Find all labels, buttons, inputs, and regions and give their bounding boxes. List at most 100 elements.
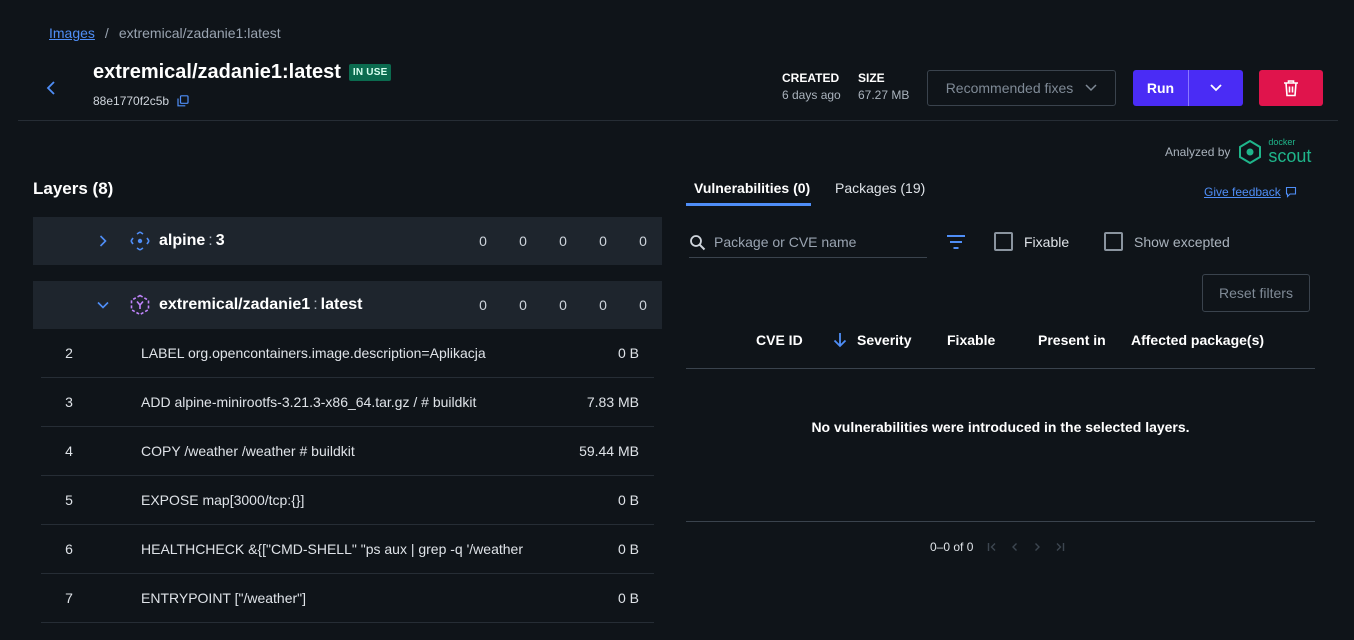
reset-filters-button[interactable]: Reset filters bbox=[1202, 274, 1310, 312]
run-button-group: Run bbox=[1133, 70, 1243, 106]
column-severity[interactable]: Severity bbox=[833, 332, 911, 348]
tab-packages[interactable]: Packages (19) bbox=[835, 180, 925, 196]
run-button[interactable]: Run bbox=[1133, 70, 1189, 106]
created-label: CREATED bbox=[782, 71, 840, 85]
fixable-checkbox-label: Fixable bbox=[1024, 233, 1070, 250]
breadcrumb-separator: / bbox=[104, 25, 109, 41]
active-tab-indicator bbox=[686, 203, 811, 206]
trash-icon bbox=[1284, 80, 1298, 97]
layer-number: 3 bbox=[65, 394, 73, 410]
fixable-checkbox[interactable]: Fixable bbox=[994, 232, 1069, 251]
layer-row[interactable]: 5 EXPOSE map[3000/tcp:{}] 0 B bbox=[41, 476, 654, 525]
created-meta: CREATED 6 days ago bbox=[782, 71, 841, 102]
chevron-down-icon bbox=[1210, 84, 1222, 92]
layer-number: 2 bbox=[65, 345, 73, 361]
last-page-icon[interactable] bbox=[1053, 542, 1065, 552]
count-high: 0 bbox=[519, 297, 527, 313]
size-label: SIZE bbox=[858, 71, 885, 85]
count-critical: 0 bbox=[479, 233, 487, 249]
layer-command: ADD alpine-minirootfs-3.21.3-x86_64.tar.… bbox=[141, 394, 477, 410]
copy-icon[interactable] bbox=[177, 95, 189, 107]
count-high: 0 bbox=[519, 233, 527, 249]
pagination-range: 0–0 of 0 bbox=[930, 540, 974, 554]
chevron-right-icon[interactable] bbox=[92, 235, 114, 247]
count-unspecified: 0 bbox=[639, 297, 647, 313]
search-icon bbox=[690, 234, 706, 250]
layer-command: LABEL org.opencontainers.image.descripti… bbox=[141, 345, 486, 361]
feedback-label: Give feedback bbox=[1204, 185, 1281, 199]
prev-page-icon[interactable] bbox=[1009, 542, 1021, 552]
analyzed-label: Analyzed by bbox=[1165, 144, 1231, 159]
column-present-in[interactable]: Present in bbox=[1038, 332, 1106, 348]
own-image-repo: extremical/zadanie1 bbox=[159, 296, 311, 313]
layer-number: 6 bbox=[65, 541, 73, 557]
in-use-badge: IN USE bbox=[348, 64, 392, 81]
created-value: 6 days ago bbox=[782, 88, 841, 102]
arrow-down-icon bbox=[833, 333, 847, 348]
count-critical: 0 bbox=[479, 297, 487, 313]
give-feedback-link[interactable]: Give feedback bbox=[1204, 185, 1297, 199]
base-image-row[interactable]: alpine:3 0 0 0 0 0 bbox=[33, 217, 662, 265]
column-fixable[interactable]: Fixable bbox=[947, 332, 995, 348]
count-medium: 0 bbox=[559, 297, 567, 313]
image-name: extremical/zadanie1:latest bbox=[93, 61, 341, 83]
show-excepted-label: Show excepted bbox=[1134, 233, 1230, 250]
breadcrumb-current: extremical/zadanie1:latest bbox=[118, 25, 281, 41]
tab-vulnerabilities[interactable]: Vulnerabilities (0) bbox=[694, 180, 810, 196]
layer-row[interactable]: 7 ENTRYPOINT ["/weather"] 0 B bbox=[41, 574, 654, 623]
base-image-repo: alpine bbox=[159, 232, 206, 249]
layers-title: Layers (8) bbox=[33, 179, 114, 198]
size-value: 67.27 MB bbox=[858, 88, 910, 102]
show-excepted-checkbox[interactable]: Show excepted bbox=[1104, 232, 1230, 251]
show-excepted-checkbox-box[interactable] bbox=[1104, 232, 1123, 251]
image-digest: 88e1770f2c5b bbox=[93, 94, 189, 108]
filter-icon[interactable] bbox=[946, 234, 966, 255]
layer-size: 0 B bbox=[617, 492, 639, 508]
pagination: 0–0 of 0 bbox=[930, 540, 1065, 554]
pagination-nav bbox=[987, 542, 1065, 552]
next-page-icon[interactable] bbox=[1031, 542, 1043, 552]
own-image-row[interactable]: extremical/zadanie1: latest 0 0 0 0 0 bbox=[33, 281, 662, 329]
base-image-vuln-counts: 0 0 0 0 0 bbox=[463, 217, 663, 265]
layer-row[interactable]: 4 COPY /weather /weather # buildkit 59.4… bbox=[41, 427, 654, 476]
layer-size: 0 B bbox=[617, 541, 639, 557]
layer-size: 59.44 MB bbox=[579, 443, 639, 459]
own-image-sep: : bbox=[313, 296, 318, 313]
layer-row[interactable]: 2 LABEL org.opencontainers.image.descrip… bbox=[41, 329, 654, 378]
table-footer-divider bbox=[686, 521, 1315, 522]
delete-button[interactable] bbox=[1259, 70, 1323, 106]
own-image-tag: latest bbox=[320, 296, 363, 313]
fixable-checkbox-box[interactable] bbox=[994, 232, 1013, 251]
scout-logo-scout: scout bbox=[1268, 146, 1312, 166]
back-button[interactable] bbox=[40, 77, 62, 99]
column-cve-id[interactable]: CVE ID bbox=[756, 332, 803, 348]
first-page-icon[interactable] bbox=[987, 542, 999, 552]
layer-command: COPY /weather /weather # buildkit bbox=[141, 443, 355, 459]
layer-command: ENTRYPOINT ["/weather"] bbox=[141, 590, 307, 606]
recommended-fixes-label: Recommended fixes bbox=[945, 80, 1074, 96]
search-input[interactable] bbox=[714, 234, 914, 250]
layer-command: EXPOSE map[3000/tcp:{}] bbox=[141, 492, 305, 508]
recommended-fixes-button[interactable]: Recommended fixes bbox=[927, 70, 1116, 106]
page-title: extremical/zadanie1:latest IN USE bbox=[93, 61, 392, 84]
chevron-down-icon bbox=[1085, 84, 1097, 92]
run-options-button[interactable] bbox=[1189, 70, 1243, 106]
count-medium: 0 bbox=[559, 233, 567, 249]
base-image-icon bbox=[129, 230, 151, 252]
layer-size: 7.83 MB bbox=[586, 394, 639, 410]
base-image-tag: 3 bbox=[215, 232, 225, 249]
chevron-left-icon bbox=[46, 81, 55, 95]
layer-number: 7 bbox=[65, 590, 73, 606]
count-low: 0 bbox=[599, 233, 607, 249]
breadcrumb-images-link[interactable]: Images bbox=[49, 25, 95, 41]
chevron-down-icon[interactable] bbox=[92, 301, 114, 309]
layer-row[interactable]: 3 ADD alpine-minirootfs-3.21.3-x86_64.ta… bbox=[41, 378, 654, 427]
column-severity-label: Severity bbox=[857, 332, 912, 348]
layer-row[interactable]: 6 HEALTHCHECK &{["CMD-SHELL" "ps aux | g… bbox=[41, 525, 654, 574]
size-meta: SIZE 67.27 MB bbox=[858, 71, 909, 102]
base-image-sep: : bbox=[208, 232, 213, 249]
analyzed-by: Analyzed by docker scout bbox=[1165, 138, 1312, 166]
layer-command: HEALTHCHECK &{["CMD-SHELL" "ps aux | gre… bbox=[141, 541, 523, 557]
column-affected-packages[interactable]: Affected package(s) bbox=[1131, 332, 1264, 348]
layer-size: 0 B bbox=[617, 345, 639, 361]
